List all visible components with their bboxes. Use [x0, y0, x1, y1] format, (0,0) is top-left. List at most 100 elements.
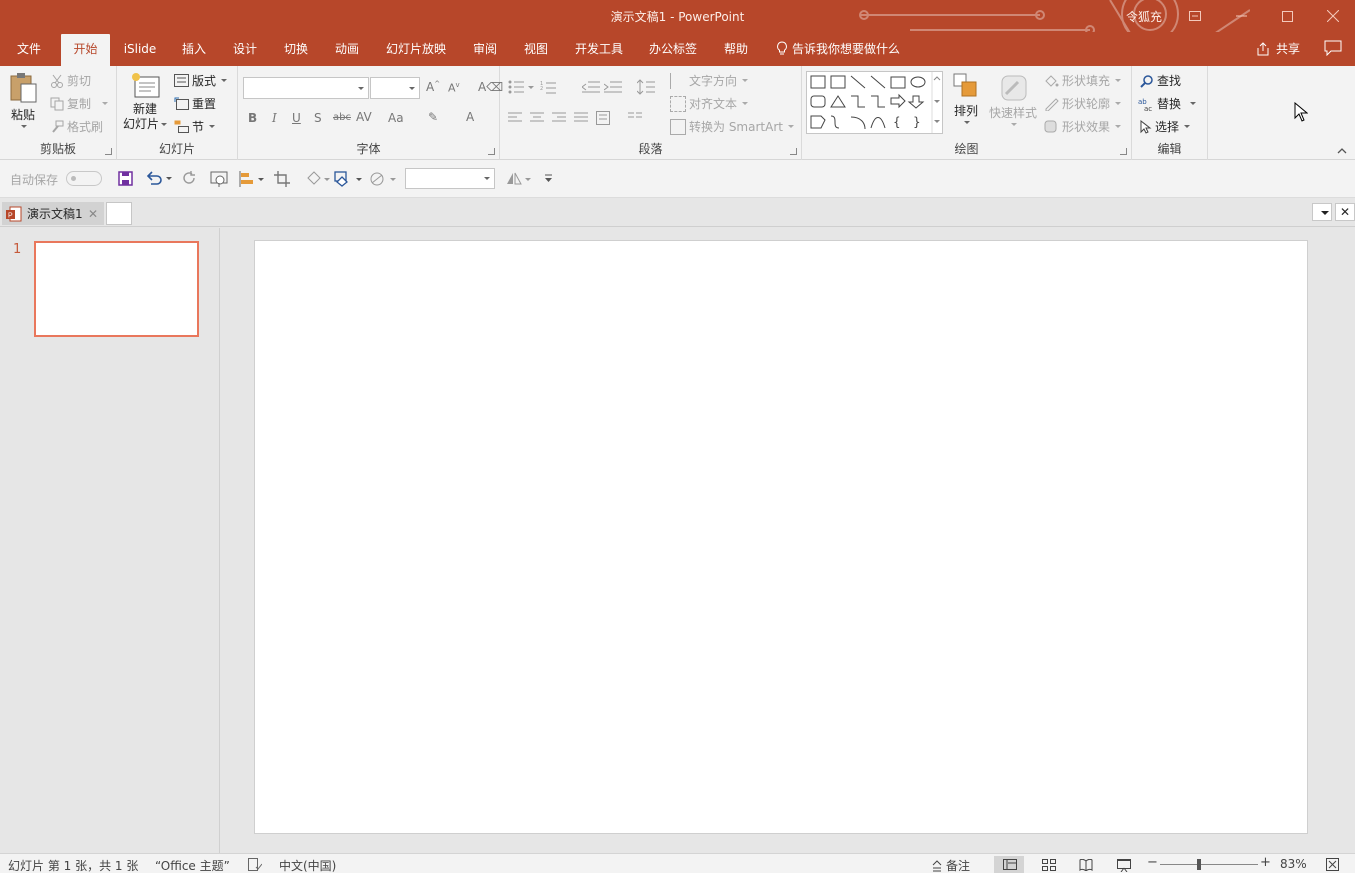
underline-icon[interactable]: U: [292, 111, 301, 125]
slide-canvas[interactable]: [254, 240, 1308, 834]
arrange-button[interactable]: 排列: [952, 72, 980, 124]
slide-sorter-view-button[interactable]: [1033, 856, 1063, 873]
character-spacing-icon[interactable]: AV: [356, 110, 372, 124]
new-tab-button[interactable]: [106, 202, 132, 225]
bullets-icon[interactable]: [508, 80, 534, 94]
drawing-launcher-icon[interactable]: [1120, 148, 1127, 155]
font-name-combo[interactable]: [243, 77, 369, 99]
distributed-icon[interactable]: [596, 111, 610, 125]
normal-view-button[interactable]: [994, 856, 1024, 873]
shape-outline-button[interactable]: 形状轮廓: [1044, 95, 1122, 112]
strikethrough-icon[interactable]: abc: [333, 112, 351, 123]
tab-animations[interactable]: 动画: [327, 34, 367, 66]
share-button[interactable]: 共享: [1256, 40, 1300, 57]
collapse-ribbon-icon[interactable]: [1337, 146, 1347, 156]
tab-file[interactable]: 文件: [8, 34, 50, 66]
tab-list-dropdown[interactable]: [1312, 203, 1332, 221]
fit-slide-icon[interactable]: [1326, 858, 1339, 871]
shapes-gallery[interactable]: { }: [806, 71, 943, 134]
shape-fill-button[interactable]: 形状填充: [1044, 72, 1122, 89]
find-button[interactable]: 查找: [1140, 72, 1181, 89]
format-painter-button[interactable]: 格式刷: [50, 118, 103, 135]
user-name[interactable]: 令狐充: [1126, 8, 1162, 25]
paste-button[interactable]: 粘贴: [8, 72, 38, 128]
tab-islide[interactable]: iSlide: [118, 34, 162, 66]
tab-insert[interactable]: 插入: [174, 34, 214, 66]
tab-design[interactable]: 设计: [225, 34, 265, 66]
justify-icon[interactable]: [574, 112, 588, 124]
language-status[interactable]: 中文(中国): [279, 857, 336, 873]
minimize-icon[interactable]: [1218, 0, 1264, 32]
tab-help[interactable]: 帮助: [716, 34, 756, 66]
close-all-tabs-icon[interactable]: ✕: [1335, 203, 1355, 221]
document-tab-presentation1[interactable]: P 演示文稿1 ✕: [2, 202, 104, 225]
shape-effects-qat-icon[interactable]: [368, 170, 398, 187]
align-objects-icon[interactable]: [238, 171, 266, 187]
font-size-combo[interactable]: [370, 77, 420, 99]
qat-combo-box[interactable]: [405, 168, 495, 189]
flip-icon[interactable]: [505, 170, 533, 187]
zoom-in-icon[interactable]: +: [1260, 855, 1271, 870]
maximize-icon[interactable]: [1264, 0, 1310, 32]
customize-qat-icon[interactable]: [544, 172, 553, 184]
italic-icon[interactable]: I: [272, 111, 277, 125]
clipboard-launcher-icon[interactable]: [105, 148, 112, 155]
close-tab-icon[interactable]: ✕: [88, 207, 98, 221]
increase-font-icon[interactable]: A^: [426, 80, 440, 94]
undo-icon[interactable]: [146, 171, 172, 186]
new-slide-button[interactable]: 新建 幻灯片: [123, 72, 168, 132]
shape-outline-qat-icon[interactable]: [334, 170, 364, 187]
quick-styles-button[interactable]: 快速样式: [989, 72, 1037, 126]
align-center-icon[interactable]: [530, 112, 544, 124]
reset-button[interactable]: 重置: [174, 95, 216, 112]
align-left-icon[interactable]: [508, 112, 522, 124]
align-text-button[interactable]: 对齐文本: [670, 95, 749, 112]
tab-slideshow[interactable]: 幻灯片放映: [378, 34, 454, 66]
section-button[interactable]: 节: [174, 118, 216, 135]
bold-icon[interactable]: B: [248, 111, 257, 125]
tab-home[interactable]: 开始: [61, 34, 110, 66]
replace-button[interactable]: ab ac 替换: [1138, 95, 1197, 112]
reading-view-button[interactable]: [1070, 856, 1100, 873]
decrease-indent-icon[interactable]: [582, 80, 600, 94]
slideshow-from-start-icon[interactable]: [210, 171, 228, 187]
text-shadow-icon[interactable]: S: [314, 111, 322, 125]
notes-button[interactable]: 备注: [932, 857, 970, 873]
zoom-slider-track[interactable]: [1160, 864, 1258, 865]
slide-thumbnail[interactable]: [34, 241, 199, 337]
font-launcher-icon[interactable]: [488, 148, 495, 155]
close-icon[interactable]: [1310, 0, 1355, 32]
font-color-icon[interactable]: A: [466, 110, 474, 124]
slideshow-view-button[interactable]: [1108, 856, 1138, 873]
comment-icon[interactable]: [1324, 40, 1342, 56]
ribbon-display-options-icon[interactable]: [1172, 0, 1218, 32]
convert-smartart-button[interactable]: 转换为 SmartArt: [670, 118, 794, 135]
layout-button[interactable]: 版式: [174, 72, 228, 89]
shape-effects-button[interactable]: 形状效果: [1044, 118, 1122, 135]
tab-office-tab[interactable]: 办公标签: [640, 34, 706, 66]
zoom-slider-thumb[interactable]: [1197, 859, 1201, 870]
crop-icon[interactable]: [274, 171, 290, 187]
text-direction-button[interactable]: 文字方向: [670, 72, 749, 89]
tell-me-search[interactable]: 告诉我你想要做什么: [776, 40, 900, 57]
paragraph-launcher-icon[interactable]: [790, 148, 797, 155]
copy-button[interactable]: 复制: [50, 95, 109, 112]
highlight-icon[interactable]: ✎: [428, 110, 438, 124]
redo-icon[interactable]: [182, 171, 197, 186]
autosave-toggle[interactable]: [66, 171, 102, 186]
tab-transitions[interactable]: 切换: [276, 34, 316, 66]
change-case-icon[interactable]: Aa: [388, 111, 404, 125]
align-right-icon[interactable]: [552, 112, 566, 124]
save-icon[interactable]: [118, 171, 133, 186]
numbering-icon[interactable]: 12: [540, 80, 568, 94]
decrease-font-icon[interactable]: Av: [448, 81, 460, 95]
zoom-level[interactable]: 83%: [1280, 857, 1307, 871]
increase-indent-icon[interactable]: [604, 80, 622, 94]
accessibility-icon[interactable]: [248, 858, 262, 871]
tab-view[interactable]: 视图: [516, 34, 556, 66]
tab-developer[interactable]: 开发工具: [566, 34, 632, 66]
zoom-out-icon[interactable]: −: [1147, 855, 1158, 870]
columns-icon[interactable]: [628, 112, 652, 124]
fill-color-icon[interactable]: [305, 170, 331, 187]
tab-review[interactable]: 审阅: [465, 34, 505, 66]
